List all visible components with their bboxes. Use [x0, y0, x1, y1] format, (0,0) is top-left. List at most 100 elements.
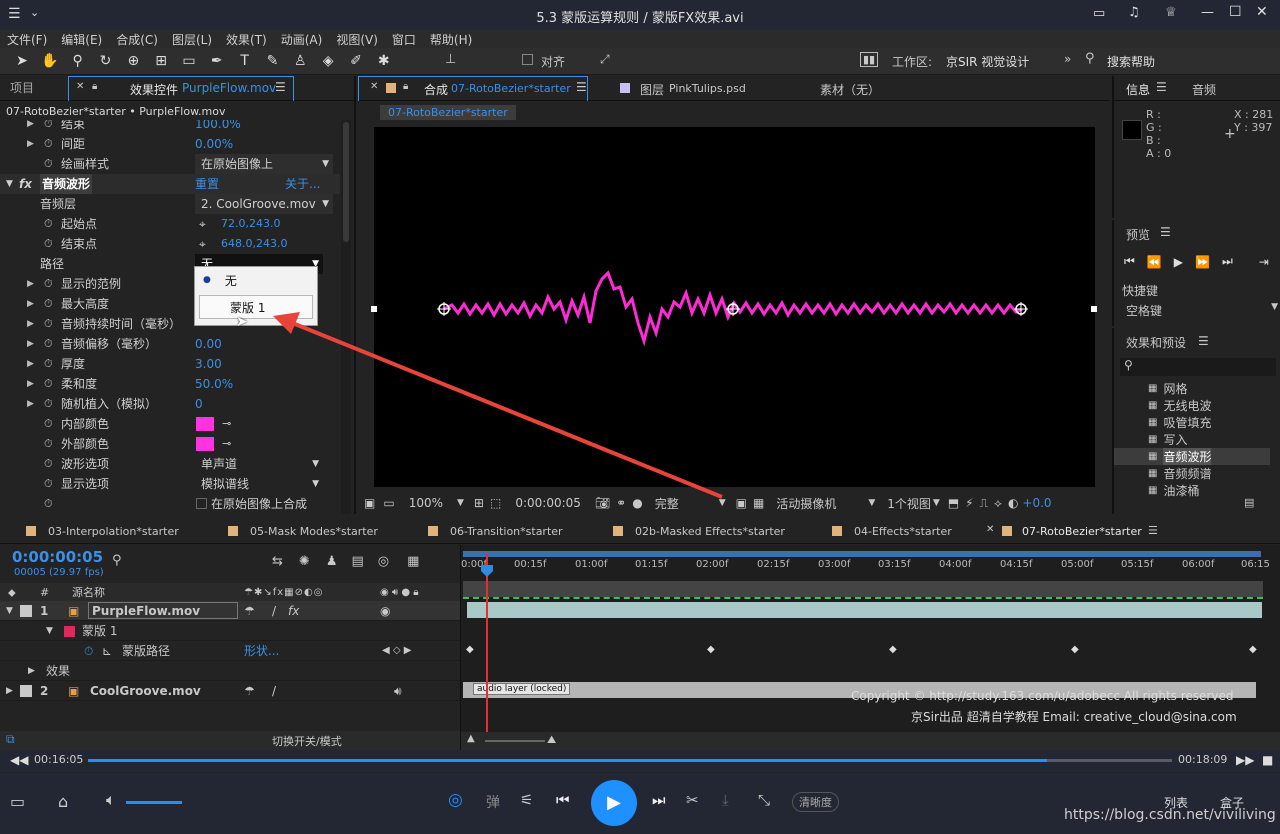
dropdown-option-none[interactable]: ● 无	[195, 267, 317, 293]
play-icon[interactable]: ▶	[1174, 255, 1183, 269]
expand-toggle[interactable]: ▶	[27, 334, 34, 354]
loop-mode-icon[interactable]: ◎	[448, 790, 463, 810]
camera-snapshot-icon[interactable]: 📷︎	[595, 496, 610, 510]
waveform-options-select[interactable]: 单声道 ▼	[195, 454, 323, 474]
expand-pane-icon[interactable]: ⧉	[6, 732, 15, 747]
previous-icon[interactable]: ⏮	[556, 791, 570, 809]
stopwatch-icon[interactable]: ⏱	[44, 134, 53, 154]
toggle-modes-button[interactable]: 切换开关/模式	[272, 733, 342, 749]
search-help-input[interactable]: 搜索帮助	[1107, 53, 1155, 70]
close-icon[interactable]: ✕	[986, 524, 994, 535]
toggle-pixel-icon[interactable]: ⬒	[948, 496, 959, 510]
timeline-tab[interactable]: 05-Mask Modes*starter	[250, 525, 378, 538]
roi-icon[interactable]: ▣	[736, 496, 747, 510]
prev-frame-icon[interactable]: ⏪	[1147, 255, 1162, 269]
clarity-button[interactable]: 清晰度	[792, 792, 839, 812]
audio-offset-value[interactable]: 0.00	[195, 334, 222, 354]
about-link[interactable]: 关于...	[285, 174, 320, 194]
eyedropper-icon[interactable]: ⊸	[222, 434, 231, 454]
layer-row[interactable]: ▼ 1 ▣ PurpleFlow.mov ☂ / fx ◉	[0, 601, 460, 621]
reset-exposure-icon[interactable]: ◐	[1008, 496, 1018, 510]
panel-menu-icon[interactable]: ☰	[275, 80, 286, 94]
keyframe[interactable]: ◆	[707, 644, 715, 655]
stopwatch-icon[interactable]: ⏱	[44, 154, 53, 174]
bounding-handle-right[interactable]	[1091, 306, 1097, 312]
eyedropper-icon[interactable]: ⊸	[222, 414, 231, 434]
timecode-display[interactable]: 0:00:00:05	[515, 496, 581, 510]
scissors-icon[interactable]: ✂	[686, 791, 699, 809]
stopwatch-icon[interactable]: ⏱	[44, 274, 53, 294]
transparency-grid-icon[interactable]: ▦	[753, 496, 764, 510]
axis-icon[interactable]: ⊥	[445, 52, 456, 67]
graph-editor-icon[interactable]: ▦	[407, 554, 419, 569]
quality-switch-icon[interactable]: /	[272, 601, 276, 621]
tab-effect-controls[interactable]: 效果控件	[130, 81, 178, 98]
outside-color-swatch[interactable]	[196, 437, 214, 451]
visibility-icon[interactable]: ◉	[380, 601, 390, 621]
timeline-tab[interactable]: 06-Transition*starter	[450, 525, 563, 538]
crosshair-icon[interactable]: ⌖	[199, 214, 206, 234]
keyframe[interactable]: ◆	[1071, 644, 1079, 655]
list-item[interactable]: ▦ 音频频谱	[1114, 465, 1270, 482]
fullscreen-icon[interactable]: ⤡	[758, 791, 770, 809]
fast-previews-icon[interactable]: ⚡	[965, 496, 973, 510]
stopwatch-icon[interactable]: ⏱	[44, 334, 53, 354]
keyframe[interactable]: ◆	[889, 644, 897, 655]
zoom-tool-icon[interactable]: ⚲	[68, 51, 88, 71]
last-frame-icon[interactable]: ⏭	[1222, 254, 1233, 269]
spacing-value[interactable]: 0.00%	[195, 134, 233, 154]
motion-blur-icon[interactable]: ◎	[378, 554, 389, 569]
stopwatch-icon[interactable]: ⏱	[44, 474, 53, 494]
list-item[interactable]: ▦ 网格	[1114, 380, 1270, 397]
expand-toggle[interactable]: ▶	[27, 294, 34, 314]
download-icon[interactable]: ⤓	[722, 791, 729, 809]
search-icon[interactable]: ⚲	[1085, 51, 1095, 66]
random-seed-value[interactable]: 0	[195, 394, 203, 414]
type-tool-icon[interactable]: T	[235, 51, 255, 71]
keyframe-nav-icon[interactable]: ◀ ◇ ▶	[382, 641, 411, 661]
roto-brush-tool-icon[interactable]: ✐	[346, 51, 366, 71]
danmu-button[interactable]: 弹	[486, 792, 500, 812]
dropdown-option-mask1[interactable]: 蒙版 1	[199, 295, 313, 319]
audio-icon[interactable]: 🔊︎	[394, 681, 402, 701]
draft-3d-icon[interactable]: ✺	[299, 554, 310, 569]
tab-composition[interactable]: 合成	[424, 81, 448, 98]
composite-checkbox[interactable]	[196, 498, 207, 509]
list-item[interactable]: ▦ 无线电波	[1114, 397, 1270, 414]
exposure-value[interactable]: +0.0	[1022, 496, 1051, 510]
new-bin-icon[interactable]: ▤	[1244, 496, 1254, 509]
expand-toggle[interactable]: ▶	[27, 394, 34, 414]
tab-effect-controls-file[interactable]: PurpleFlow.mov	[182, 81, 276, 95]
timeline-tab-active[interactable]: 07-RotoBezier*starter	[1022, 525, 1142, 538]
stopwatch-icon[interactable]: ⏱	[44, 454, 53, 474]
close-icon[interactable]: ✕	[370, 81, 378, 92]
graph-icon[interactable]: ⊾	[102, 641, 112, 661]
mask-name[interactable]: 蒙版 1	[82, 621, 117, 641]
rewind-icon[interactable]: ◀◀	[10, 753, 28, 767]
layer-name[interactable]: PurpleFlow.mov	[88, 602, 238, 619]
inside-color-swatch[interactable]	[196, 417, 214, 431]
timeline-tab[interactable]: 02b-Masked Effects*starter	[635, 525, 785, 538]
open-folder-icon[interactable]: ⌂	[58, 792, 68, 811]
reset-link[interactable]: 重置	[195, 174, 219, 194]
next-icon[interactable]: ⏭	[652, 791, 666, 809]
workspace-select[interactable]: 京SIR 视觉设计	[946, 53, 1029, 70]
stopwatch-icon[interactable]: ⏱	[44, 414, 53, 434]
thickness-value[interactable]: 3.00	[195, 354, 222, 374]
stopwatch-icon[interactable]: ⏱	[44, 214, 53, 234]
list-item[interactable]: ▦ 吸管填充	[1114, 414, 1270, 431]
bell-icon[interactable]: ♫	[1128, 5, 1140, 20]
selection-tool-icon[interactable]: ➤	[12, 51, 32, 71]
end-percent-value[interactable]: 100.0%	[195, 120, 241, 134]
quality-switch-icon[interactable]: /	[272, 681, 276, 701]
snap-checkbox[interactable]	[522, 54, 533, 65]
layer-label-swatch[interactable]	[20, 605, 32, 617]
audio-layer-select[interactable]: 2. CoolGroove.mov ▼	[195, 194, 333, 214]
stop-icon[interactable]: ■	[1262, 753, 1273, 767]
mask-path-value[interactable]: 形状...	[244, 641, 279, 661]
volume-icon[interactable]: 🔈︎	[106, 790, 116, 810]
zoom-out-icon[interactable]: ▲	[467, 733, 475, 744]
always-preview-icon[interactable]: ▣	[364, 496, 375, 510]
expand-toggle[interactable]: ▶	[27, 374, 34, 394]
tab-layer-name[interactable]: PinkTulips.psd	[669, 82, 746, 95]
